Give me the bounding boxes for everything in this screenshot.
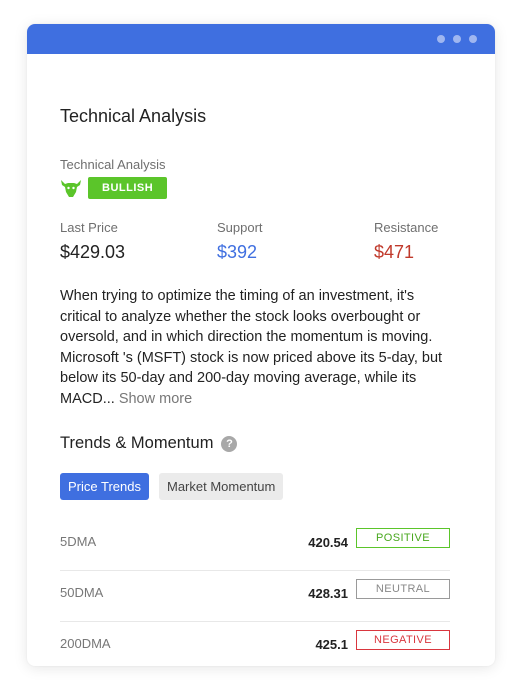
technical-analysis-card: Technical Analysis Technical Analysis BU… xyxy=(27,24,495,666)
support-value: $392 xyxy=(217,242,258,262)
tab-price-trends[interactable]: Price Trends xyxy=(60,473,149,500)
status-badge: NEUTRAL xyxy=(356,579,450,599)
technical-analysis-label: Technical Analysis xyxy=(60,157,166,172)
analysis-description: When trying to optimize the timing of an… xyxy=(60,286,455,409)
bullish-badge: BULLISH xyxy=(88,177,168,199)
row-value: 425.1 xyxy=(315,637,348,652)
row-value: 428.31 xyxy=(308,586,348,601)
status-badge: POSITIVE xyxy=(356,528,450,548)
trends-title-text: Trends & Momentum xyxy=(60,434,214,452)
support-label: Support xyxy=(217,220,263,235)
row-name: 5DMA xyxy=(60,534,97,549)
resistance-label: Resistance xyxy=(374,220,439,235)
dot xyxy=(453,35,461,43)
trend-rows: 5DMA 420.54 POSITIVE 50DMA 428.31 NEUTRA… xyxy=(60,520,450,666)
trend-tabs: Price Trends Market Momentum xyxy=(60,473,284,500)
last-price: Last Price $429.03 xyxy=(60,220,125,263)
dot xyxy=(469,35,477,43)
description-text: When trying to optimize the timing of an… xyxy=(60,288,443,407)
row-value: 420.54 xyxy=(308,535,348,550)
more-options-icon[interactable] xyxy=(437,35,477,43)
signal-row: BULLISH xyxy=(60,177,168,199)
table-row: 200DMA 425.1 NEGATIVE xyxy=(60,622,450,666)
help-icon[interactable]: ? xyxy=(221,435,238,452)
dot xyxy=(437,35,445,43)
status-badge: NEGATIVE xyxy=(356,630,450,650)
trends-section-title: Trends & Momentum ? xyxy=(60,434,238,453)
bull-icon xyxy=(61,180,81,197)
table-row: 50DMA 428.31 NEUTRAL xyxy=(60,571,450,622)
support: Support $392 xyxy=(217,220,263,263)
row-name: 200DMA xyxy=(60,636,111,651)
show-more-link[interactable]: Show more xyxy=(119,391,192,407)
table-row: 5DMA 420.54 POSITIVE xyxy=(60,520,450,571)
last-price-label: Last Price xyxy=(60,220,118,235)
resistance-value: $471 xyxy=(374,242,415,262)
card-header-bar xyxy=(27,24,495,54)
card-title: Technical Analysis xyxy=(60,106,207,126)
row-name: 50DMA xyxy=(60,585,104,600)
tab-market-momentum[interactable]: Market Momentum xyxy=(158,473,284,500)
resistance: Resistance $471 xyxy=(374,220,438,263)
last-price-value: $429.03 xyxy=(60,242,126,262)
